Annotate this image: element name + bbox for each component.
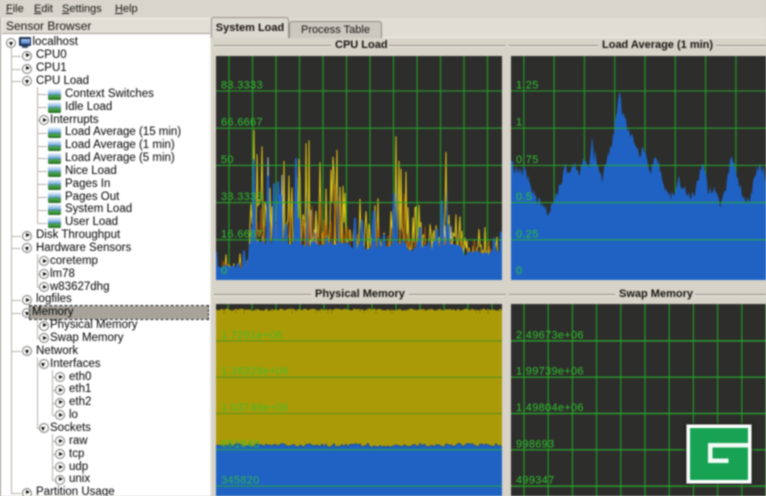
svg-text:33.3333: 33.3333 xyxy=(221,191,263,203)
svg-text:0.25: 0.25 xyxy=(516,228,539,240)
svg-text:998693: 998693 xyxy=(516,438,555,450)
svg-text:1.49804e+06: 1.49804e+06 xyxy=(516,402,584,414)
svg-text:1.99739e+06: 1.99739e+06 xyxy=(516,366,584,378)
svg-text:1: 1 xyxy=(516,117,522,129)
svg-text:50: 50 xyxy=(221,154,234,166)
svg-text:2.49673e+06: 2.49673e+06 xyxy=(516,329,584,341)
svg-text:1.03746e+06: 1.03746e+06 xyxy=(221,402,289,414)
svg-text:1.38328e+06: 1.38328e+06 xyxy=(221,366,289,378)
svg-text:1.7291e+06: 1.7291e+06 xyxy=(221,329,282,341)
svg-text:691640: 691640 xyxy=(221,438,260,450)
svg-text:66.6667: 66.6667 xyxy=(221,117,263,129)
svg-text:0.75: 0.75 xyxy=(516,154,539,166)
svg-text:0: 0 xyxy=(221,265,227,277)
svg-text:0.5: 0.5 xyxy=(516,191,532,203)
svg-text:345820: 345820 xyxy=(221,475,260,487)
svg-text:0: 0 xyxy=(516,265,522,277)
svg-text:1.25: 1.25 xyxy=(516,80,539,92)
svg-text:16.6667: 16.6667 xyxy=(221,228,263,240)
svg-text:83.3333: 83.3333 xyxy=(221,80,263,92)
svg-text:499347: 499347 xyxy=(516,475,555,487)
